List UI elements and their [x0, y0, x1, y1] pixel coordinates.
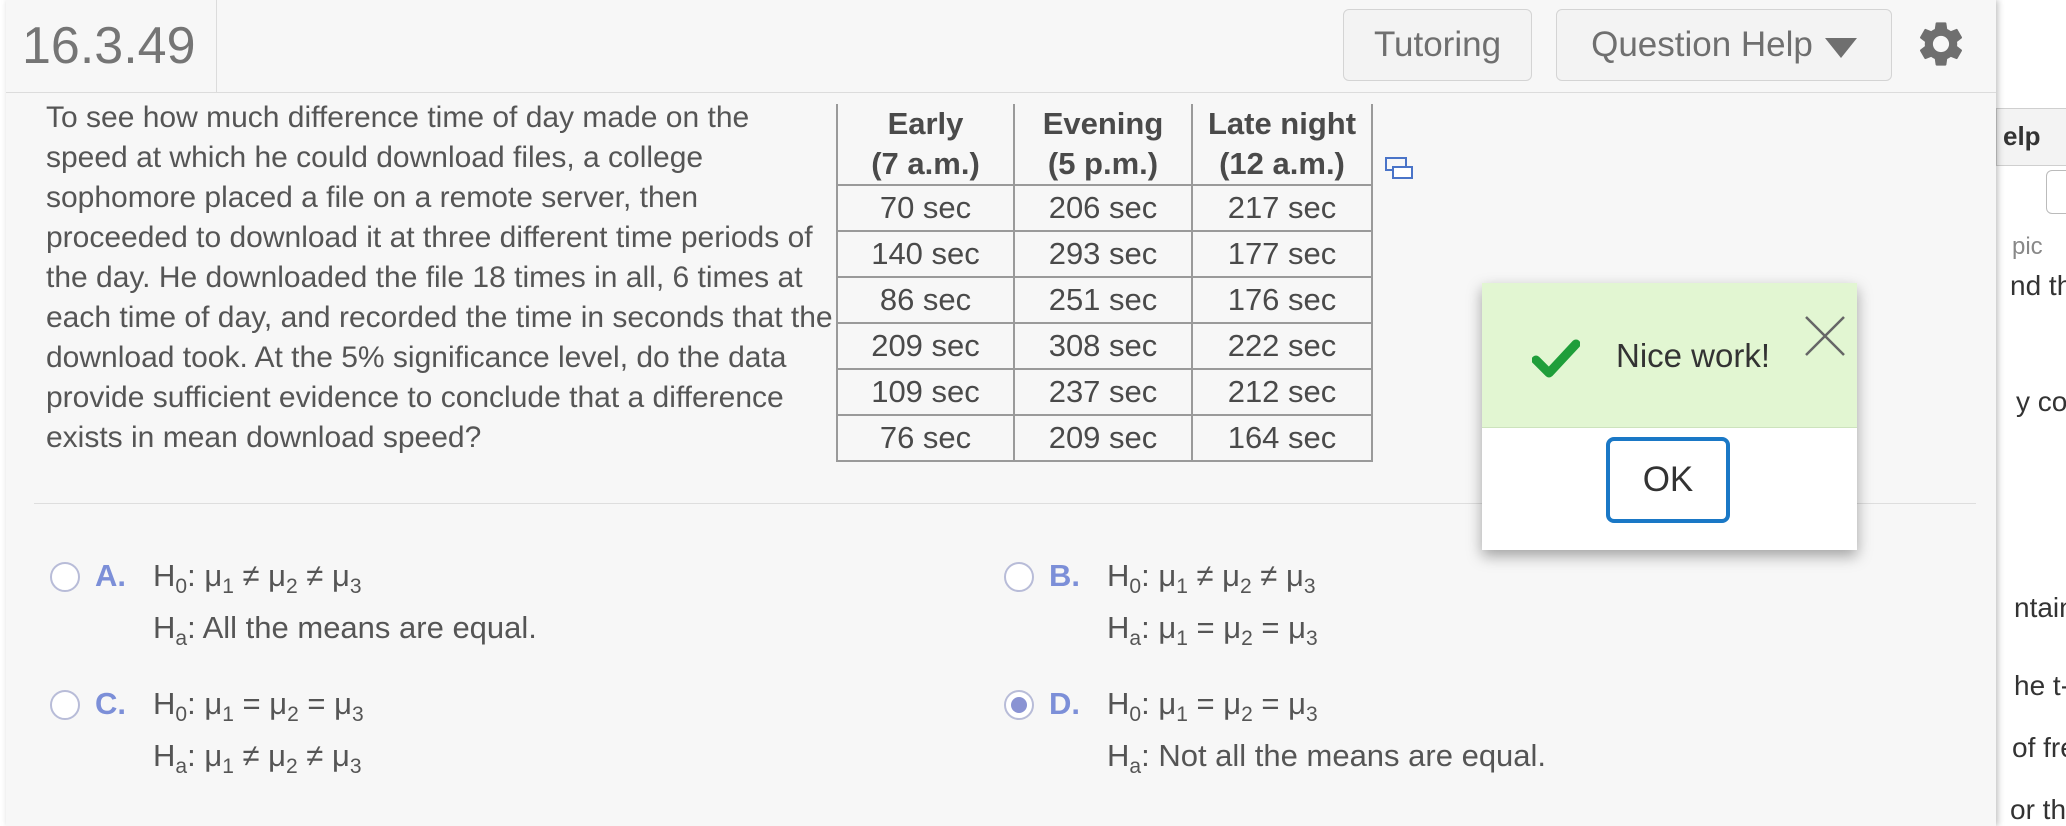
table-cell: 222 sec	[1191, 322, 1373, 370]
table-row: 76 sec 209 sec 164 sec	[836, 414, 1373, 462]
question-help-button[interactable]: Question Help	[1556, 9, 1892, 81]
feedback-popup: Nice work! OK	[1482, 283, 1857, 550]
table-cell: 293 sec	[1013, 230, 1193, 278]
column-header: Late night (12 a.m.)	[1191, 104, 1373, 186]
column-header: Early (7 a.m.)	[836, 104, 1015, 186]
triangle-down-icon	[1824, 38, 1857, 58]
table-cell: 76 sec	[836, 414, 1015, 462]
background-text: of free	[2012, 732, 2066, 763]
gear-icon[interactable]	[1914, 17, 1968, 71]
table-cell: 308 sec	[1013, 322, 1193, 370]
background-text: nd the	[2010, 270, 2066, 301]
table-cell: 217 sec	[1191, 184, 1373, 232]
table-row: 209 sec 308 sec 222 sec	[836, 322, 1373, 370]
radio-button-selected[interactable]	[1004, 690, 1034, 720]
table-cell: 251 sec	[1013, 276, 1193, 324]
table-header-row: Early (7 a.m.) Evening (5 p.m.) Late night…	[836, 104, 1373, 186]
table-cell: 209 sec	[1013, 414, 1193, 462]
alternative-hypothesis: μ1 = μ2 = μ3	[1158, 610, 1318, 650]
dialog-header: 16.3.49 Tutoring Question Help	[6, 0, 1996, 93]
question-dialog: 16.3.49 Tutoring Question Help To see ho…	[6, 0, 1996, 826]
background-text: y cor	[2016, 386, 2066, 417]
table-cell: 140 sec	[836, 230, 1015, 278]
background-help-tab[interactable]: elp	[1996, 108, 2066, 166]
null-hypothesis: μ1 ≠ μ2 ≠ μ3	[204, 558, 362, 598]
null-hypothesis: μ1 = μ2 = μ3	[1158, 686, 1318, 726]
question-text: To see how much difference time of day m…	[46, 101, 833, 454]
null-hypothesis: μ1 = μ2 = μ3	[204, 686, 364, 726]
alternative-hypothesis: All the means are equal.	[202, 610, 537, 645]
table-cell: 164 sec	[1191, 414, 1373, 462]
background-text: or the	[2010, 794, 2066, 825]
feedback-message: Nice work!	[1616, 337, 1771, 374]
table-row: 109 sec 237 sec 212 sec	[836, 368, 1373, 416]
column-header: Evening (5 p.m.)	[1013, 104, 1193, 186]
radio-button[interactable]	[1004, 562, 1034, 592]
background-text: pic	[2012, 233, 2043, 260]
alternative-hypothesis: Not all the means are equal.	[1158, 738, 1547, 773]
copy-table-icon[interactable]	[1384, 155, 1414, 181]
table-cell: 70 sec	[836, 184, 1015, 232]
radio-button[interactable]	[50, 562, 80, 592]
ok-button[interactable]: OK	[1606, 437, 1730, 523]
table-cell: 177 sec	[1191, 230, 1373, 278]
radio-button[interactable]	[50, 690, 80, 720]
table-cell: 109 sec	[836, 368, 1015, 416]
table-cell: 237 sec	[1013, 368, 1193, 416]
background-window: elp pic nd the y cor ntaini he t-s of fr…	[1996, 0, 2066, 826]
close-icon[interactable]	[1804, 315, 1846, 357]
table-cell: 212 sec	[1191, 368, 1373, 416]
table-cell: 86 sec	[836, 276, 1015, 324]
background-text: he t-s	[2014, 670, 2066, 701]
table-cell: 209 sec	[836, 322, 1015, 370]
checkmark-icon	[1532, 339, 1580, 378]
feedback-banner: Nice work!	[1482, 283, 1857, 428]
null-hypothesis: μ1 ≠ μ2 ≠ μ3	[1158, 558, 1316, 598]
table-row: 140 sec 293 sec 177 sec	[836, 230, 1373, 278]
question-number: 16.3.49	[6, 0, 217, 92]
data-table: Early (7 a.m.) Evening (5 p.m.) Late night…	[836, 104, 1373, 462]
tutoring-button[interactable]: Tutoring	[1343, 9, 1532, 81]
background-input-field[interactable]	[2046, 170, 2066, 214]
table-cell: 176 sec	[1191, 276, 1373, 324]
alternative-hypothesis: μ1 ≠ μ2 ≠ μ3	[204, 738, 362, 778]
background-text: ntaini	[2014, 592, 2066, 623]
table-row: 86 sec 251 sec 176 sec	[836, 276, 1373, 324]
table-row: 70 sec 206 sec 217 sec	[836, 184, 1373, 232]
table-cell: 206 sec	[1013, 184, 1193, 232]
